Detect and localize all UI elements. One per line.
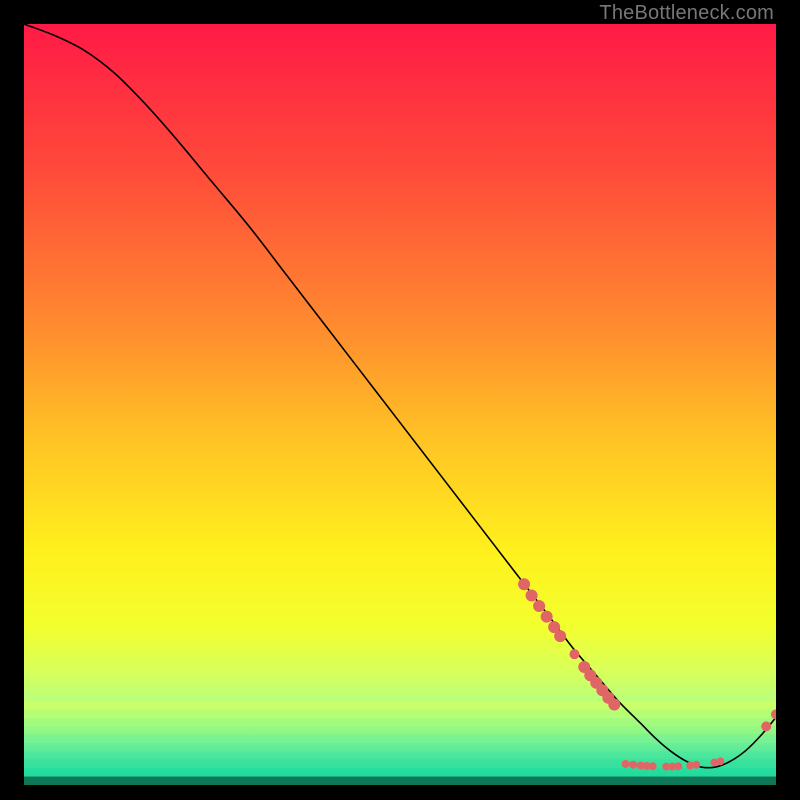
data-marker [518,578,530,590]
bottleneck-curve [24,24,776,768]
watermark-text: TheBottleneck.com [599,2,774,25]
data-marker [761,721,771,731]
curve-layer [24,24,776,776]
data-marker [692,761,700,769]
data-marker [649,762,657,770]
plot-area [24,24,776,776]
data-marker [533,600,545,612]
chart-stage: TheBottleneck.com [0,0,800,800]
data-marker [526,590,538,602]
data-marker [569,649,579,659]
data-marker [629,761,637,769]
data-marker [771,709,776,719]
data-marker [554,630,566,642]
data-marker [608,699,620,711]
data-marker [674,762,682,770]
data-marker [622,760,630,768]
data-marker [541,611,553,623]
data-marker [716,757,724,765]
